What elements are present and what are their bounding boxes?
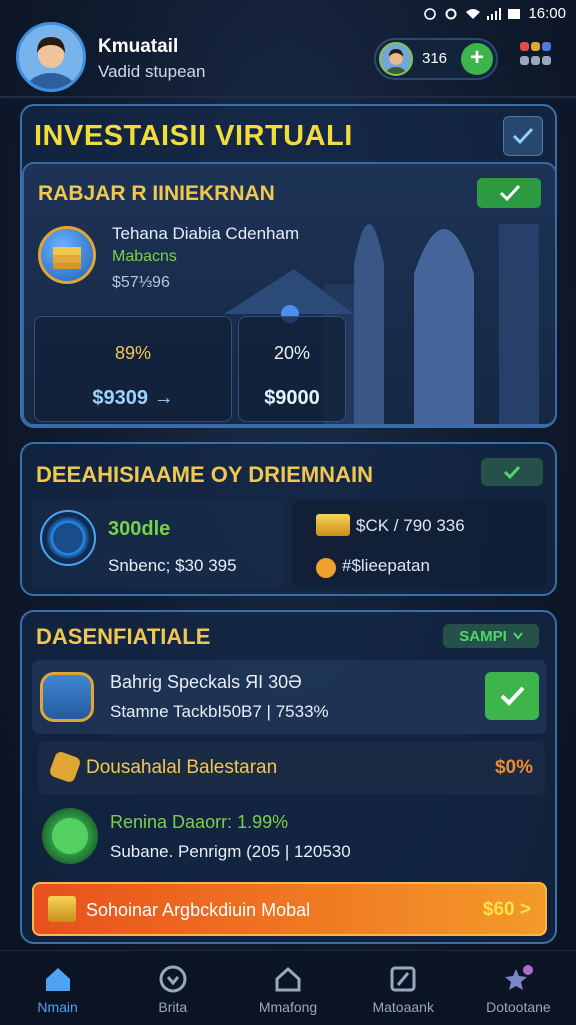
coin-balance-pill[interactable]: 316 +	[374, 38, 498, 80]
nav-item-dotootane[interactable]: Dotootane	[461, 951, 576, 1025]
stat-percent: 20%	[273, 343, 311, 363]
coin-icon	[316, 558, 336, 578]
signal-icon	[486, 7, 502, 20]
nav-label: Matoaank	[372, 999, 434, 1015]
item-detail: Subane. Penrigm (205 | 120530	[110, 842, 351, 861]
document-gear-icon	[40, 672, 94, 722]
item-detail: Stamne TackbI50B7 | 7533%	[110, 702, 329, 721]
dividend-detail-2: #$lieepatan	[342, 556, 430, 575]
list-item[interactable]: Renina Daaorr: 1.99% Subane. Penrigm (20…	[32, 802, 547, 872]
battery-icon	[507, 7, 521, 19]
stat-tile[interactable]: 20% $9000	[238, 316, 346, 422]
item-label: Dousahalal Balestaran	[86, 757, 278, 778]
location-pin-icon	[40, 510, 96, 566]
avatar[interactable]	[16, 22, 86, 92]
sync-icon	[444, 7, 458, 20]
gold-bar-icon	[316, 514, 350, 536]
check-icon	[500, 686, 525, 706]
heart-icon	[159, 965, 187, 993]
check-icon	[499, 184, 521, 202]
mini-avatar	[379, 42, 413, 76]
note-icon	[390, 966, 416, 992]
panel-check-button[interactable]	[477, 178, 541, 208]
star-person-icon	[505, 965, 534, 990]
dividend-summary[interactable]: 300dle Snbenc; $30 395	[32, 500, 284, 588]
chevron-down-icon	[512, 632, 523, 640]
item-title: Bahrig Speckals ЯI 30Ә	[110, 672, 302, 692]
item-title: Renina Daaorr: 1.99%	[110, 812, 289, 832]
card-title: DASENFIATIALE	[36, 624, 211, 649]
coin-value: 316	[422, 50, 448, 67]
confirm-check-button[interactable]	[485, 672, 539, 720]
phone-icon	[42, 808, 98, 864]
add-coins-button[interactable]: +	[461, 43, 493, 75]
dividend-card: DEEAHISIAAME OY DRIEMNAIN 300dle Snbenc;…	[20, 442, 557, 596]
dividend-detail-1: $CK / 790 336	[356, 516, 465, 535]
home-icon	[45, 968, 70, 991]
nav-item-mmafong[interactable]: Mmafong	[230, 951, 345, 1025]
check-icon	[503, 465, 521, 480]
virtual-investment-card: INVESTAISII VIRTUALI RABJAR R IINIEKRNAN…	[20, 104, 557, 428]
nav-item-matoaank[interactable]: Matoaank	[346, 951, 461, 1025]
nav-label: Brita	[158, 999, 188, 1015]
card-title: INVESTAISII VIRTUALI	[34, 120, 353, 152]
investment-item-name: Tehana Diabia Cdenham	[112, 224, 300, 243]
investment-item-value: $57⅓96	[112, 274, 170, 291]
bottom-nav: Nmain Brita Mmafong Matoaank Dotootane	[0, 950, 576, 1025]
nav-label: Nmain	[37, 999, 78, 1015]
card-title: DEEAHISIAAME OY DRIEMNAIN	[36, 462, 373, 487]
header-divider	[0, 96, 576, 98]
nav-item-brita[interactable]: Brita	[115, 951, 230, 1025]
gold-bar-icon	[48, 896, 76, 922]
item-value: $0%	[494, 757, 533, 778]
dividend-value: 300dle	[108, 518, 171, 540]
stat-amount: $9309 →	[92, 387, 174, 409]
stat-percent: 89%	[114, 343, 152, 363]
alarm-icon	[423, 7, 437, 20]
cta-button[interactable]: Sohoinar Argbckdiuin Mobal $60 >	[32, 882, 547, 936]
panel-subtitle: RABJAR R IINIEKRNAN	[38, 182, 275, 205]
list-item[interactable]: Bahrig Speckals ЯI 30Ә Stamne TackbI50B7…	[32, 660, 547, 734]
card-check-button[interactable]	[481, 458, 543, 486]
username: Kmuatail	[98, 36, 179, 57]
dropdown-label: SAMPI	[459, 627, 507, 645]
nav-label: Dotootane	[486, 999, 551, 1015]
dividend-sub: Snbenc; $30 395	[108, 556, 237, 575]
wifi-icon	[465, 7, 481, 19]
investment-panel: RABJAR R IINIEKRNAN Tehana Diabia Cdenha…	[22, 162, 557, 426]
gear-icon	[48, 750, 82, 784]
cta-value: $60 >	[482, 899, 531, 920]
profile-header: Kmuatail Vadid stupean 316 +	[0, 22, 576, 94]
stat-amount: $9000	[264, 387, 320, 409]
dividend-details[interactable]: $CK / 790 336 #$lieepatan	[292, 500, 546, 588]
list-item[interactable]: Dousahalal Balestaran $0%	[38, 742, 545, 794]
nav-label: Mmafong	[258, 999, 318, 1015]
sample-dropdown[interactable]: SAMPI	[443, 624, 539, 648]
cta-label: Sohoinar Argbckdiuin Mobal	[86, 900, 311, 920]
card-check-button[interactable]	[503, 116, 543, 156]
stat-tile[interactable]: 89% $9309 →	[34, 316, 232, 422]
house-icon	[275, 966, 301, 992]
menu-grid-icon[interactable]	[520, 42, 551, 74]
check-icon	[512, 127, 534, 145]
nav-item-home[interactable]: Nmain	[0, 951, 115, 1025]
money-stack-icon	[38, 226, 96, 284]
investment-item-sub: Mabacns	[112, 248, 177, 265]
status-time: 16:00	[528, 4, 566, 22]
user-subtitle: Vadid stupean	[98, 62, 206, 81]
portfolio-card: DASENFIATIALE SAMPI Bahrig Speckals ЯI 3…	[20, 610, 557, 944]
